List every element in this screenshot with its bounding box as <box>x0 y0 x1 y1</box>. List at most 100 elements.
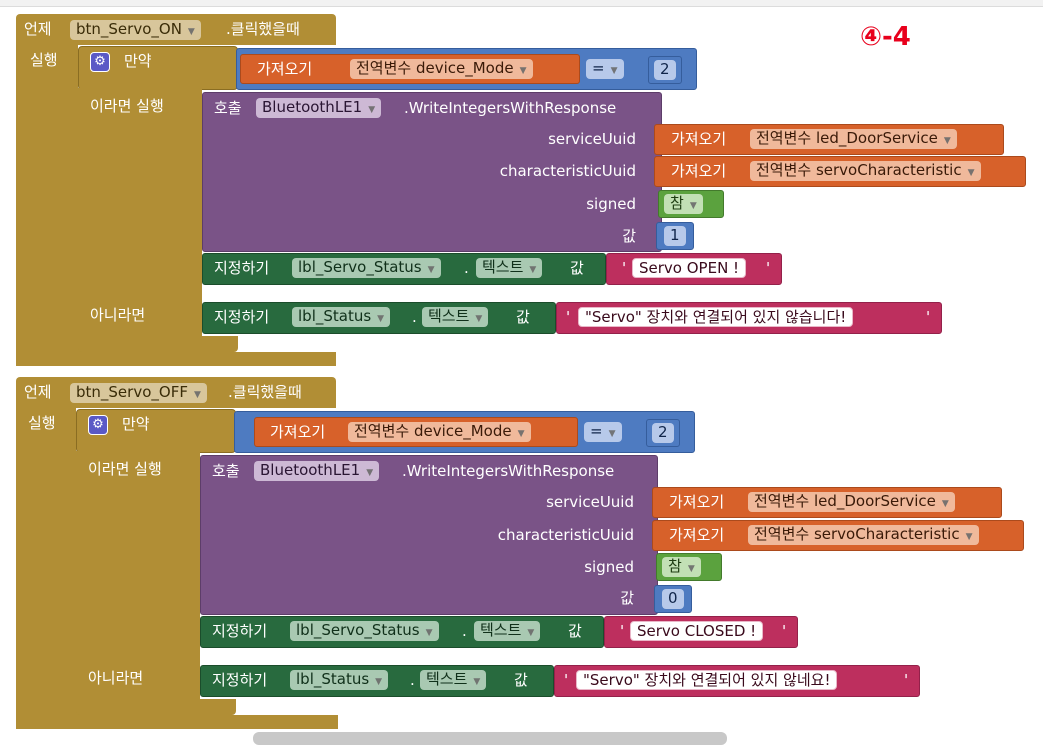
if-footer <box>78 336 238 352</box>
status-component-dropdown[interactable]: lbl_Servo_Status ▼ <box>292 258 441 278</box>
variable-name: 전역변수 device_Mode <box>354 422 512 440</box>
component-dropdown[interactable]: btn_Servo_ON ▼ <box>70 20 201 40</box>
variable-dropdown[interactable]: 전역변수 led_DoorService ▼ <box>750 129 957 149</box>
dropdown-arrow-icon: ▼ <box>368 105 376 115</box>
dropdown-arrow-icon: ▼ <box>608 429 616 439</box>
variable-dropdown[interactable]: 전역변수 servoCharacteristic ▼ <box>750 161 981 181</box>
text-field[interactable]: "Servo" 장치와 연결되어 있지 않습니다! <box>578 307 854 327</box>
gear-icon[interactable]: ⚙ <box>88 415 108 435</box>
get-label: 가져오기 <box>270 423 326 441</box>
dropdown-arrow-icon: ▼ <box>425 628 433 638</box>
dropdown-arrow-icon: ▼ <box>517 429 525 439</box>
open-quote: ' <box>620 622 625 640</box>
boolean-dropdown[interactable]: 참 ▼ <box>664 194 703 214</box>
get-label: 가져오기 <box>257 60 313 78</box>
dropdown-arrow-icon: ▼ <box>366 468 374 478</box>
then-label: 이라면 실행 <box>90 97 164 115</box>
event-prefix: 언제 <box>24 383 52 401</box>
dropdown-arrow-icon: ▼ <box>943 136 951 146</box>
dropdown-arrow-icon: ▼ <box>193 390 201 400</box>
variable-dropdown[interactable]: 전역변수 servoCharacteristic ▼ <box>748 525 979 545</box>
dropdown-arrow-icon: ▼ <box>941 499 949 509</box>
variable-dropdown[interactable]: 전역변수 device_Mode ▼ <box>350 59 533 79</box>
horizontal-scrollbar[interactable] <box>253 732 727 745</box>
dropdown-arrow-icon: ▼ <box>427 265 435 275</box>
event-body-left <box>16 407 76 729</box>
if-label: 만약 <box>124 52 152 70</box>
else-label: 아니라면 <box>90 306 146 324</box>
event-footer <box>16 715 338 729</box>
else-label: 아니라면 <box>88 669 144 687</box>
dot-separator: . <box>410 671 415 689</box>
boolean-value: 참 <box>670 194 684 212</box>
component-dropdown[interactable]: btn_Servo_OFF ▼ <box>70 383 207 403</box>
set-label: 지정하기 <box>212 671 268 689</box>
number-field[interactable]: 0 <box>662 589 684 609</box>
boolean-dropdown[interactable]: 참 ▼ <box>662 557 701 577</box>
set-label: 지정하기 <box>214 259 270 277</box>
param-value: 값 <box>620 589 634 607</box>
status-component-dropdown[interactable]: lbl_Servo_Status ▼ <box>290 621 439 641</box>
number-field[interactable]: 1 <box>664 226 686 246</box>
close-quote: ' <box>926 308 931 326</box>
get-label: 가져오기 <box>669 493 725 511</box>
event-body-left <box>16 44 78 366</box>
status-component-dropdown[interactable]: lbl_Status ▼ <box>292 307 391 327</box>
if-footer <box>76 699 236 715</box>
ble-component-dropdown[interactable]: BluetoothLE1 ▼ <box>254 461 380 481</box>
text-field[interactable]: "Servo" 장치와 연결되어 있지 않네요! <box>576 670 838 690</box>
call-label: 호출 <box>212 462 240 480</box>
param-signed: signed <box>586 195 636 213</box>
status-component-name: lbl_Servo_Status <box>296 621 420 639</box>
event-prefix: 언제 <box>24 20 52 38</box>
text-field[interactable]: Servo CLOSED ! <box>630 621 764 641</box>
property-dropdown[interactable]: 텍스트 ▼ <box>476 258 543 278</box>
property-dropdown[interactable]: 텍스트 ▼ <box>420 670 487 690</box>
dropdown-arrow-icon: ▼ <box>375 677 383 687</box>
method-name: .WriteIntegersWithResponse <box>402 462 615 480</box>
dropdown-arrow-icon: ▼ <box>967 168 975 178</box>
dropdown-arrow-icon: ▼ <box>687 564 695 574</box>
dropdown-arrow-icon: ▼ <box>187 27 195 37</box>
dropdown-arrow-icon: ▼ <box>519 66 527 76</box>
ble-component-name: BluetoothLE1 <box>260 461 361 479</box>
get-label: 가져오기 <box>671 162 727 180</box>
to-label: 값 <box>568 622 582 640</box>
annotation-label: ④-4 <box>860 22 911 52</box>
param-signed: signed <box>584 558 634 576</box>
property-name: 텍스트 <box>428 307 470 325</box>
open-quote: ' <box>566 308 571 326</box>
close-quote: ' <box>782 622 787 640</box>
dropdown-arrow-icon: ▼ <box>527 628 535 638</box>
get-label: 가져오기 <box>669 526 725 544</box>
close-quote: ' <box>766 259 771 277</box>
dropdown-arrow-icon: ▼ <box>475 314 483 324</box>
param-serviceuuid: serviceUuid <box>546 493 634 511</box>
property-dropdown[interactable]: 텍스트 ▼ <box>474 621 541 641</box>
status-component-name: lbl_Servo_Status <box>298 258 422 276</box>
event-suffix: .클릭했을때 <box>228 383 302 401</box>
variable-dropdown[interactable]: 전역변수 led_DoorService ▼ <box>748 492 955 512</box>
variable-dropdown[interactable]: 전역변수 device_Mode ▼ <box>348 422 531 442</box>
component-name: btn_Servo_ON <box>76 20 182 38</box>
dot-separator: . <box>462 622 467 640</box>
param-serviceuuid: serviceUuid <box>548 130 636 148</box>
operator-symbol: = <box>590 422 603 440</box>
number-field[interactable]: 2 <box>654 60 676 80</box>
property-dropdown[interactable]: 텍스트 ▼ <box>422 307 489 327</box>
property-name: 텍스트 <box>426 670 468 688</box>
dropdown-arrow-icon: ▼ <box>610 66 618 76</box>
method-name: .WriteIntegersWithResponse <box>404 99 617 117</box>
property-name: 텍스트 <box>480 621 522 639</box>
number-field[interactable]: 2 <box>652 423 674 443</box>
status-component-dropdown[interactable]: lbl_Status ▼ <box>290 670 389 690</box>
event-suffix: .클릭했을때 <box>226 20 300 38</box>
operator-dropdown[interactable]: = ▼ <box>586 59 624 79</box>
gear-icon[interactable]: ⚙ <box>90 52 110 72</box>
ble-component-dropdown[interactable]: BluetoothLE1 ▼ <box>256 98 382 118</box>
event-footer <box>16 352 336 366</box>
variable-name: 전역변수 servoCharacteristic <box>756 161 962 179</box>
operator-dropdown[interactable]: = ▼ <box>584 422 622 442</box>
variable-name: 전역변수 servoCharacteristic <box>754 525 960 543</box>
text-field[interactable]: Servo OPEN ! <box>632 258 747 278</box>
